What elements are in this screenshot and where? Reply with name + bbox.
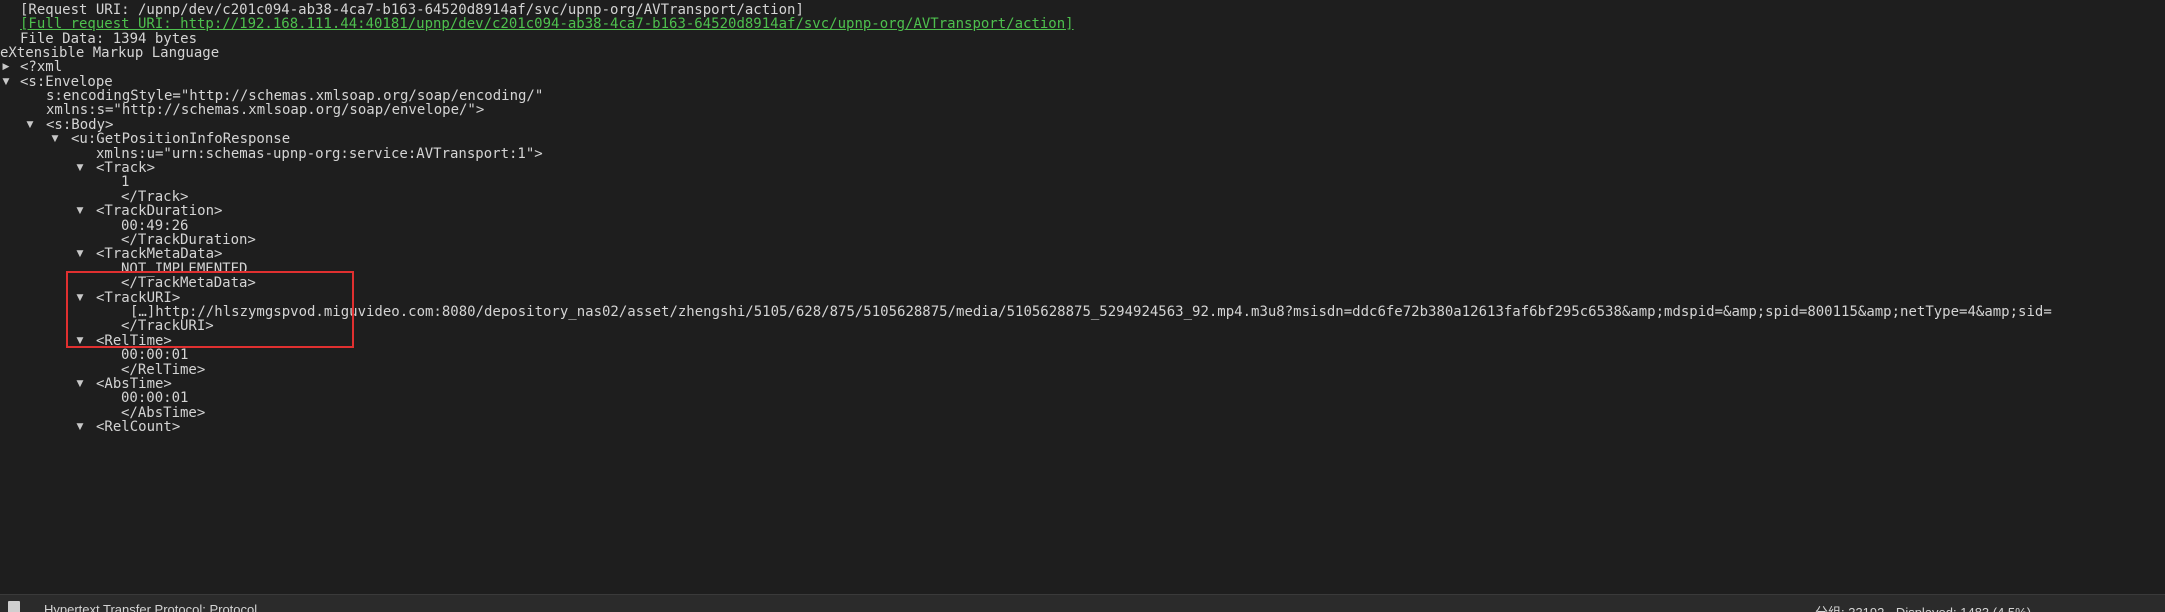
document-icon[interactable] <box>8 601 20 612</box>
expand-arrow-down-icon[interactable]: ▼ <box>74 417 86 437</box>
packet-details-window: [Request URI: /upnp/dev/c201c094-ab38-4c… <box>0 0 2165 612</box>
tree-row[interactable]: ▼ <RelCount> <box>0 417 2165 437</box>
tree-row-text: <RelCount> <box>96 419 181 435</box>
status-bar: Hypertext Transfer Protocol: Protocol 分组… <box>0 594 2165 612</box>
status-expert-info-text: Hypertext Transfer Protocol: Protocol <box>44 602 258 612</box>
status-packet-count-text: 分组: 33192 · Displayed: 1483 (4.5%) <box>1815 602 2031 612</box>
packet-details-tree[interactable]: [Request URI: /upnp/dev/c201c094-ab38-4c… <box>0 0 2165 594</box>
